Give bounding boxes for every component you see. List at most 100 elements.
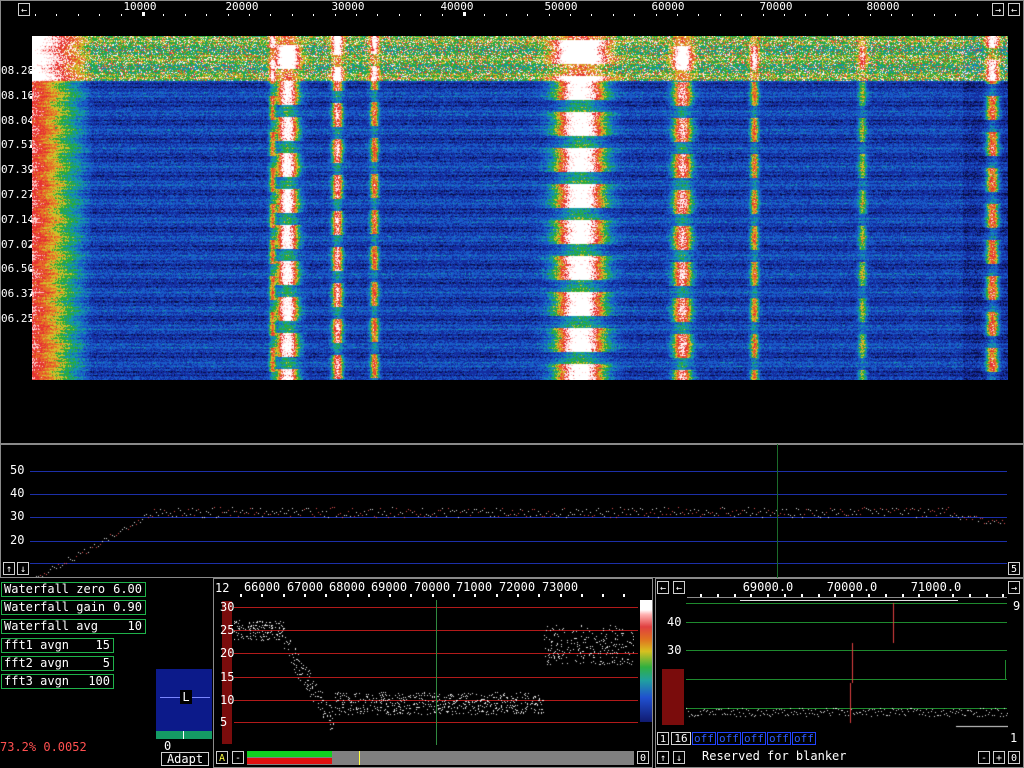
spectrum-down-button[interactable]: ↓ — [17, 562, 29, 575]
waterfall-display[interactable] — [32, 36, 1008, 380]
param-value: 15 — [95, 638, 110, 652]
waterfall-freq-tick — [78, 14, 79, 16]
s-meter[interactable] — [156, 669, 212, 739]
baseband-freq-tick — [325, 594, 327, 597]
adapt-button[interactable]: Adapt — [161, 752, 209, 766]
param-row[interactable]: fft1 avgn 15 — [1, 638, 114, 653]
baseband-freq-tick — [240, 594, 242, 597]
hires-gain-bar — [662, 669, 684, 725]
hires-off-button[interactable]: off — [792, 732, 816, 745]
hires-1-button[interactable]: 1 — [657, 732, 669, 745]
waterfall-freq-label: 50000 — [544, 0, 578, 13]
waterfall-freq-tick — [570, 14, 571, 16]
param-row[interactable]: fft3 avgn 100 — [1, 674, 114, 689]
baseband-freq-tick — [517, 594, 519, 597]
hires-plus-button[interactable]: + — [993, 751, 1005, 764]
s-meter-level-tick — [183, 731, 184, 739]
baseband-trace[interactable] — [234, 600, 634, 740]
baseband-right-button[interactable]: 0 — [637, 751, 649, 764]
waterfall-freq-tick — [142, 12, 145, 16]
waterfall-freq-tick — [720, 14, 721, 16]
waterfall-freq-label: 40000 — [440, 0, 474, 13]
hires-left-button[interactable]: ← — [657, 581, 669, 594]
waterfall-freq-tick — [634, 14, 635, 16]
baseband-freq-label: 71000 — [455, 580, 493, 594]
waterfall-freq-tick — [656, 14, 657, 16]
hires-down-button[interactable]: ↓ — [673, 751, 685, 764]
hires-freq-tick — [868, 594, 870, 597]
waterfall-freq-label: 20000 — [225, 0, 259, 13]
hires-16-button[interactable]: 16 — [671, 732, 691, 745]
hires-off-button[interactable]: off — [717, 732, 741, 745]
waterfall-freq-tick — [99, 14, 100, 16]
baseband-y-label: 25 — [220, 623, 235, 637]
hires-off-button[interactable]: off — [767, 732, 791, 745]
spectrum-trace[interactable] — [30, 444, 1020, 578]
spectrum-y-label: 30 — [10, 509, 25, 523]
baseband-freq-label: 70000 — [413, 580, 451, 594]
hires-trace[interactable] — [686, 598, 1008, 728]
waterfall-freq-tick — [891, 14, 892, 16]
hires-freq-label: 69000.0 — [742, 580, 794, 594]
waterfall-freq-tick — [270, 14, 271, 16]
baseband-freq-tick — [453, 594, 455, 597]
baseband-channel-number: 12 — [215, 581, 230, 595]
param-row[interactable]: fft2 avgn 5 — [1, 656, 114, 671]
baseband-freq-label: 73000 — [541, 580, 579, 594]
waterfall-freq-tick — [805, 14, 806, 16]
baseband-freq-tick — [560, 594, 562, 597]
spectrum-avg-button[interactable]: 5 — [1008, 562, 1020, 575]
hires-freq-tick — [784, 594, 786, 597]
hires-right-button[interactable]: ← — [673, 581, 685, 594]
waterfall-freq-tick — [206, 14, 207, 16]
waterfall-freq-tick — [292, 14, 293, 16]
hires-top-right-number: 9 — [1013, 599, 1021, 613]
hires-freq-tick — [851, 594, 853, 597]
hires-off-button[interactable]: off — [692, 732, 716, 745]
hires-zero-button[interactable]: 0 — [1008, 751, 1020, 764]
hires-minus-button[interactable]: - — [978, 751, 990, 764]
param-label: fft3 avgn — [4, 674, 70, 688]
param-value: 100 — [88, 674, 110, 688]
param-row[interactable]: Waterfall zero 6.00 — [1, 582, 146, 597]
param-row[interactable]: Waterfall avg 10 — [1, 619, 146, 634]
hires-freq-tick — [1002, 594, 1004, 597]
baseband-freq-label: 68000 — [328, 580, 366, 594]
waterfall-freq-tick — [549, 14, 550, 16]
param-value: 5 — [102, 656, 110, 670]
param-label: Waterfall zero — [4, 582, 106, 596]
hires-freq-tick — [834, 594, 836, 597]
waterfall-frequency-scale: 10000 20000 30000 40000 50000 60000 70000 80000 — [0, 0, 1024, 16]
param-label: fft2 avgn — [4, 656, 70, 670]
hires-freq-label: 70000.0 — [826, 580, 878, 594]
waterfall-time-scale: 08.28 08.16 08.04 07.51 07.39 07.27 07.14 07.02… — [0, 0, 36, 400]
hires-freq-label: 71000.0 — [910, 580, 962, 594]
baseband-a-button[interactable]: A — [216, 751, 228, 764]
baseband-minus-button[interactable]: - — [232, 751, 244, 764]
s-meter-letter: L — [180, 690, 192, 704]
param-row[interactable]: Waterfall gain 0.90 — [1, 600, 146, 615]
baseband-center-line — [436, 600, 437, 745]
waterfall-freq-tick — [934, 14, 935, 16]
hires-freq-tick — [969, 594, 971, 597]
spectrum-up-button[interactable]: ↑ — [3, 562, 15, 575]
waterfall-freq-tick — [185, 14, 186, 16]
hires-freq-tick — [717, 594, 719, 597]
hires-freq-tick — [935, 594, 937, 597]
hires-freq-tick — [734, 594, 736, 597]
hires-off-button[interactable]: off — [742, 732, 766, 745]
baseband-freq-tick — [602, 594, 604, 597]
hires-freq-tick — [885, 594, 887, 597]
hires-freq-tick — [767, 594, 769, 597]
hires-far-right-button[interactable]: → — [1008, 581, 1020, 594]
hires-up-button[interactable]: ↑ — [657, 751, 669, 764]
baseband-y-label: 20 — [220, 646, 235, 660]
baseband-level-red — [247, 758, 332, 764]
baseband-freq-tick — [304, 594, 306, 597]
waterfall-freq-tick — [613, 14, 614, 16]
baseband-y-label: 10 — [220, 693, 235, 707]
s-meter-level-bar — [156, 731, 212, 739]
waterfall-freq-tick — [249, 14, 250, 16]
spectrum-marker-line — [777, 444, 778, 578]
baseband-level-marker — [359, 751, 360, 765]
